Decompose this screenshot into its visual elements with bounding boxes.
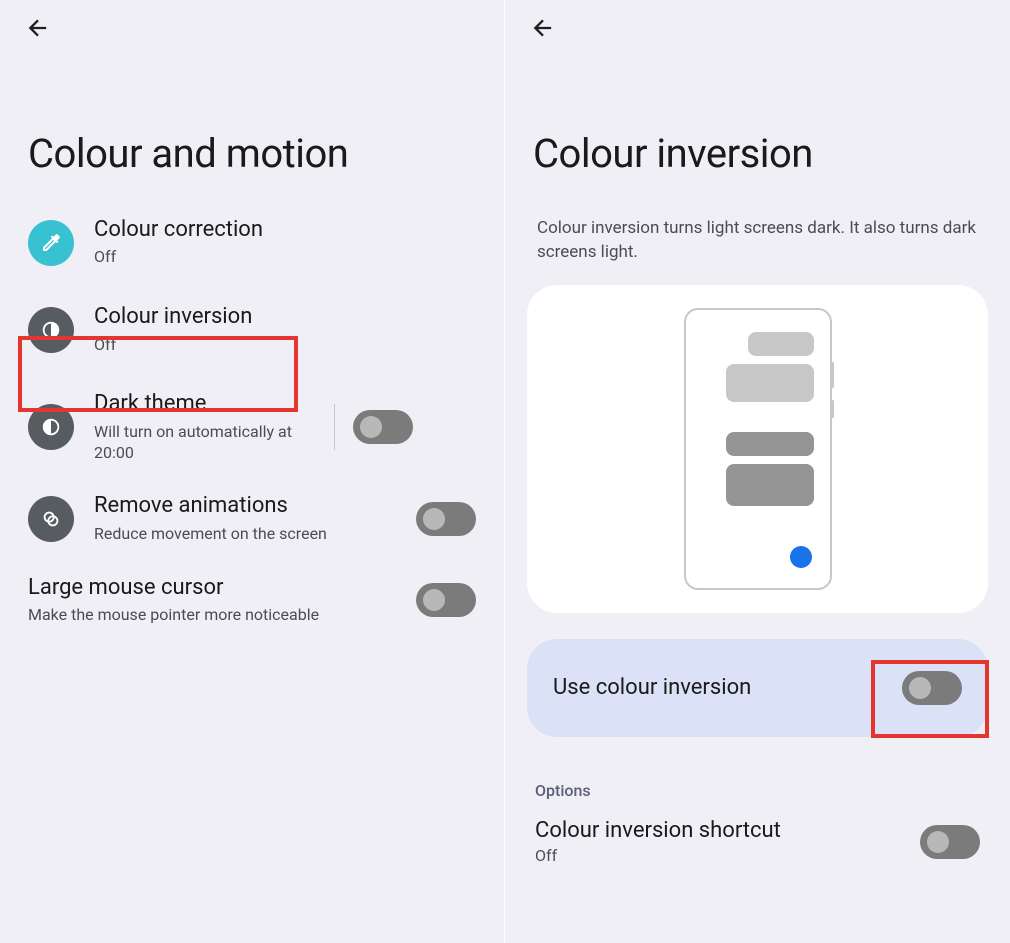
back-button[interactable] (24, 14, 52, 42)
colour-inversion-shortcut-item[interactable]: Colour inversion shortcut Off (505, 818, 1010, 867)
options-section-label: Options (505, 737, 1010, 818)
eyedropper-icon (28, 220, 74, 266)
page-title: Colour and motion (0, 0, 504, 217)
remove-animations-title: Remove animations (94, 493, 396, 519)
phone-mockup (684, 308, 832, 590)
settings-list: Colour correction Off Colour inversion O… (0, 217, 504, 626)
back-arrow-icon (529, 14, 557, 42)
animations-icon (28, 496, 74, 542)
dark-theme-toggle[interactable] (353, 410, 413, 444)
colour-inversion-panel: Colour inversion Colour inversion turns … (505, 0, 1010, 943)
use-colour-inversion-label: Use colour inversion (553, 675, 751, 700)
colour-inversion-status: Off (94, 335, 476, 356)
shortcut-title: Colour inversion shortcut (535, 818, 781, 844)
colour-inversion-title: Colour inversion (94, 304, 476, 330)
dark-theme-status: Will turn on automatically at 20:00 (94, 422, 314, 464)
large-cursor-title: Large mouse cursor (28, 575, 416, 601)
back-button[interactable] (529, 14, 557, 42)
back-arrow-icon (24, 14, 52, 42)
colour-and-motion-panel: Colour and motion Colour correction Off … (0, 0, 505, 943)
dark-theme-title: Dark theme (94, 391, 314, 417)
colour-correction-status: Off (94, 247, 476, 268)
use-colour-inversion-card[interactable]: Use colour inversion (527, 639, 988, 737)
remove-animations-sub: Reduce movement on the screen (94, 524, 396, 545)
remove-animations-item[interactable]: Remove animations Reduce movement on the… (28, 493, 476, 544)
remove-animations-toggle[interactable] (416, 502, 476, 536)
large-cursor-sub: Make the mouse pointer more noticeable (28, 605, 416, 626)
page-title: Colour inversion (505, 0, 1010, 217)
colour-inversion-item[interactable]: Colour inversion Off (28, 298, 476, 361)
large-cursor-item[interactable]: Large mouse cursor Make the mouse pointe… (0, 575, 476, 626)
shortcut-toggle[interactable] (920, 825, 980, 859)
divider (334, 404, 335, 450)
preview-card (527, 285, 988, 613)
shortcut-status: Off (535, 846, 781, 867)
contrast-icon (28, 307, 74, 353)
page-description: Colour inversion turns light screens dar… (505, 217, 1010, 285)
dark-theme-icon (28, 404, 74, 450)
use-colour-inversion-toggle[interactable] (902, 671, 962, 705)
dark-theme-item[interactable]: Dark theme Will turn on automatically at… (28, 391, 476, 463)
colour-correction-item[interactable]: Colour correction Off (28, 217, 476, 268)
colour-correction-title: Colour correction (94, 217, 476, 243)
large-cursor-toggle[interactable] (416, 583, 476, 617)
